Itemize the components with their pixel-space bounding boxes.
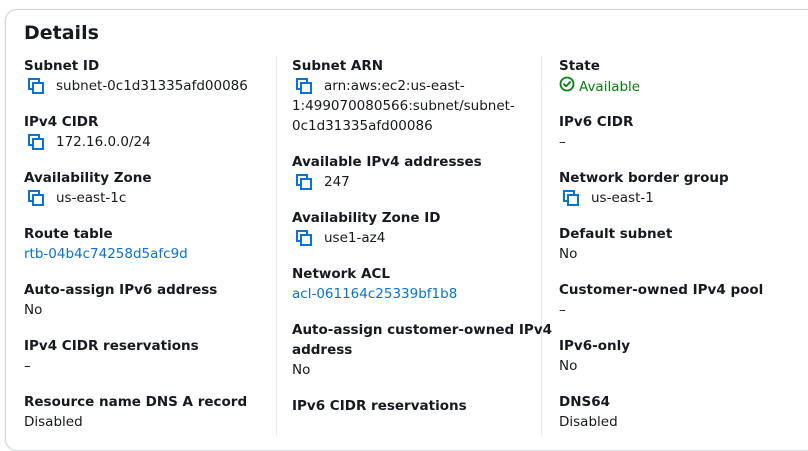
subnet-id-field: Subnet ID subnet-0c1d31335afd00086 <box>24 56 248 96</box>
field-value: No <box>559 358 578 374</box>
route-table-link[interactable]: rtb-04b4c74258d5afc9d <box>24 244 188 264</box>
field-label: Customer-owned IPv4 pool <box>559 282 764 298</box>
network-acl-link[interactable]: acl-061164c25339bf1b8 <box>292 284 457 304</box>
customer-owned-pool-field: Customer-owned IPv4 pool – <box>559 280 763 320</box>
field-value: – <box>559 302 566 318</box>
field-label: Auto-assign IPv6 address <box>24 282 218 298</box>
default-subnet-field: Default subnet No <box>559 224 672 264</box>
field-value: No <box>292 362 311 378</box>
available-ipv4-field: Available IPv4 addresses 247 <box>292 152 482 192</box>
subnet-arn-field: Subnet ARN arn:aws:ec2:us-east- 1:499070… <box>292 56 515 136</box>
field-label: IPv6-only <box>559 338 631 354</box>
az-id-field: Availability Zone ID use1-az4 <box>292 208 441 248</box>
copy-icon[interactable] <box>28 188 50 208</box>
availability-zone-value: us-east-1c <box>56 190 127 206</box>
field-value: – <box>24 358 31 374</box>
field-label: Subnet ARN <box>292 58 384 74</box>
status-indicator: Available <box>559 76 640 98</box>
copy-icon[interactable] <box>563 188 585 208</box>
field-label: Auto-assign customer-owned IPv4 <box>292 322 553 338</box>
subnet-arn-line: arn:aws:ec2:us-east- <box>324 78 465 94</box>
field-label: IPv6 CIDR <box>559 114 634 130</box>
copy-icon[interactable] <box>28 76 50 96</box>
field-label: Availability Zone ID <box>292 210 441 226</box>
state-value: Available <box>579 79 641 95</box>
subnet-arn-line: 1:499070080566:subnet/subnet- <box>292 98 515 114</box>
network-acl-field: Network ACL acl-061164c25339bf1b8 <box>292 264 457 304</box>
field-label: Network ACL <box>292 266 390 282</box>
panel-title: Details <box>24 22 99 44</box>
field-label: address <box>292 342 353 358</box>
az-id-value: use1-az4 <box>324 230 386 246</box>
resource-name-dns-field: Resource name DNS A record Disabled <box>24 392 247 432</box>
field-value: – <box>559 134 566 150</box>
field-label: Default subnet <box>559 226 673 242</box>
subnet-id-value: subnet-0c1d31335afd00086 <box>56 78 248 94</box>
copy-icon[interactable] <box>296 172 318 192</box>
field-label: State <box>559 58 600 74</box>
field-label: IPv4 CIDR reservations <box>24 338 199 354</box>
field-value: No <box>559 246 578 262</box>
auto-assign-ipv6-field: Auto-assign IPv6 address No <box>24 280 217 320</box>
field-label: IPv4 CIDR <box>24 114 99 130</box>
column-divider <box>276 56 277 436</box>
ipv4-cidr-reservations-field: IPv4 CIDR reservations – <box>24 336 199 376</box>
ipv4-cidr-field: IPv4 CIDR 172.16.0.0/24 <box>24 112 151 152</box>
field-label: Available IPv4 addresses <box>292 154 482 170</box>
field-value: Disabled <box>24 414 83 430</box>
field-label: Route table <box>24 226 113 242</box>
copy-icon[interactable] <box>296 76 318 96</box>
network-border-group-field: Network border group us-east-1 <box>559 168 729 208</box>
availability-zone-field: Availability Zone us-east-1c <box>24 168 152 208</box>
ipv6-cidr-field: IPv6 CIDR – <box>559 112 633 152</box>
field-label: DNS64 <box>559 394 611 410</box>
field-value: Disabled <box>559 414 618 430</box>
success-icon <box>559 76 575 98</box>
ipv6-only-field: IPv6-only No <box>559 336 630 376</box>
copy-icon[interactable] <box>28 132 50 152</box>
field-value: No <box>24 302 43 318</box>
copy-icon[interactable] <box>296 228 318 248</box>
subnet-arn-line: 0c1d31335afd00086 <box>292 118 433 134</box>
auto-assign-customer-ipv4-field: Auto-assign customer-owned IPv4 address … <box>292 320 552 380</box>
available-ipv4-value: 247 <box>324 174 350 190</box>
field-label: IPv6 CIDR reservations <box>292 398 467 414</box>
field-label: Resource name DNS A record <box>24 394 248 410</box>
route-table-field: Route table rtb-04b4c74258d5afc9d <box>24 224 188 264</box>
state-field: State Available <box>559 56 640 98</box>
ipv4-cidr-value: 172.16.0.0/24 <box>56 134 151 150</box>
field-label: Availability Zone <box>24 170 152 186</box>
dns64-field: DNS64 Disabled <box>559 392 618 432</box>
field-label: Network border group <box>559 170 729 186</box>
ipv6-cidr-reservations-field: IPv6 CIDR reservations <box>292 396 467 416</box>
field-label: Subnet ID <box>24 58 100 74</box>
network-border-group-value: us-east-1 <box>591 190 654 206</box>
